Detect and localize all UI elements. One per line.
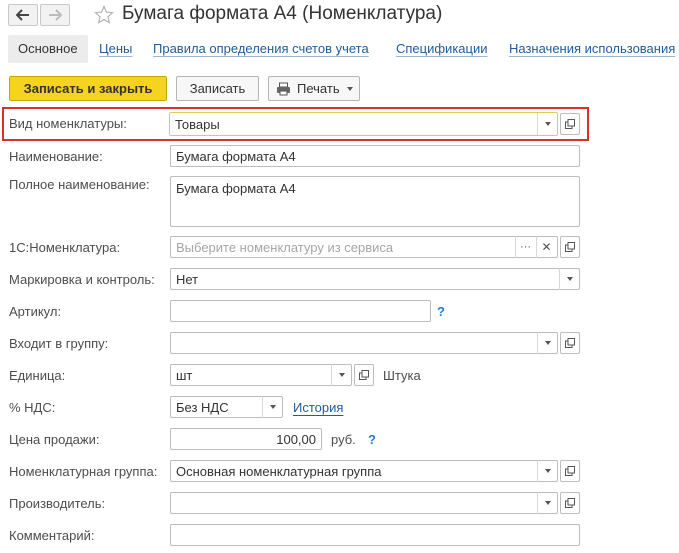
article-label: Артикул:	[9, 304, 62, 319]
kind-field[interactable]: Товары	[169, 112, 558, 136]
vat-history-link[interactable]: История	[293, 400, 343, 415]
service-item-label: 1С:Номенклатура:	[9, 240, 121, 255]
service-item-clear-button[interactable]: ✕	[536, 236, 556, 258]
kind-open-button[interactable]	[560, 113, 580, 135]
manufacturer-input[interactable]	[170, 492, 558, 514]
arrow-right-icon	[49, 9, 62, 21]
service-item-open-button[interactable]	[560, 236, 580, 258]
kind-dropdown-button[interactable]	[537, 113, 557, 135]
star-icon	[94, 5, 114, 24]
manufacturer-label: Производитель:	[9, 496, 106, 511]
unit-label: Единица:	[9, 368, 66, 383]
open-window-icon	[565, 119, 575, 129]
open-window-icon	[565, 498, 575, 508]
close-icon: ✕	[541, 240, 552, 254]
kind-value: Товары	[175, 117, 220, 132]
name-label: Наименование:	[9, 149, 103, 164]
full-name-label: Полное наименование:	[9, 177, 150, 192]
print-button[interactable]: Печать	[268, 76, 360, 101]
full-name-textarea[interactable]: Бумага формата А4	[170, 176, 580, 227]
back-button[interactable]	[8, 4, 38, 26]
page-title: Бумага формата А4 (Номенклатура)	[122, 3, 443, 24]
chevron-down-icon	[346, 86, 353, 91]
chevron-down-icon	[544, 469, 551, 473]
chevron-down-icon	[544, 501, 551, 505]
item-group-input[interactable]: Основная номенклатурная группа	[170, 460, 558, 482]
arrow-left-icon	[16, 9, 29, 21]
unit-dropdown-button[interactable]	[331, 364, 351, 386]
manufacturer-dropdown-button[interactable]	[537, 492, 557, 514]
tab-specifications[interactable]: Спецификации	[396, 41, 488, 56]
forward-button[interactable]	[40, 4, 70, 26]
chevron-down-icon	[269, 405, 276, 409]
printer-icon	[277, 82, 290, 95]
manufacturer-open-button[interactable]	[560, 492, 580, 514]
group-dropdown-button[interactable]	[537, 332, 557, 354]
group-open-button[interactable]	[560, 332, 580, 354]
price-label: Цена продажи:	[9, 432, 100, 447]
tab-usage-purposes[interactable]: Назначения использования	[509, 41, 675, 56]
vat-dropdown-button[interactable]	[262, 396, 282, 418]
save-and-close-button[interactable]: Записать и закрыть	[9, 76, 167, 101]
chevron-down-icon	[338, 373, 345, 377]
item-group-dropdown-button[interactable]	[537, 460, 557, 482]
price-input[interactable]: 100,00	[170, 428, 322, 450]
marking-label: Маркировка и контроль:	[9, 272, 155, 287]
open-window-icon	[565, 466, 575, 476]
group-input[interactable]	[170, 332, 558, 354]
service-item-select-button[interactable]: ···	[515, 236, 535, 258]
ellipsis-icon: ···	[520, 241, 531, 253]
print-button-label: Печать	[297, 81, 340, 96]
service-item-input[interactable]: Выберите номенклатуру из сервиса	[170, 236, 558, 258]
name-input[interactable]: Бумага формата А4	[170, 145, 580, 167]
chevron-down-icon	[544, 341, 551, 345]
tab-account-rules[interactable]: Правила определения счетов учета	[153, 41, 369, 56]
item-group-open-button[interactable]	[560, 460, 580, 482]
save-button[interactable]: Записать	[176, 76, 259, 101]
tab-main[interactable]: Основное	[8, 35, 88, 63]
chevron-down-icon	[544, 122, 551, 126]
article-help-icon[interactable]: ?	[437, 304, 445, 319]
unit-open-button[interactable]	[354, 364, 374, 386]
favorite-star-button[interactable]	[94, 5, 114, 25]
price-currency: руб.	[331, 432, 356, 447]
open-window-icon	[565, 242, 575, 252]
price-help-icon[interactable]: ?	[368, 432, 376, 447]
open-window-icon	[565, 338, 575, 348]
group-label: Входит в группу:	[9, 336, 109, 351]
comment-input[interactable]	[170, 524, 580, 546]
marking-dropdown-button[interactable]	[559, 268, 579, 290]
unit-input[interactable]: шт	[170, 364, 352, 386]
comment-label: Комментарий:	[9, 528, 95, 543]
marking-select[interactable]: Нет	[170, 268, 580, 290]
open-window-icon	[359, 370, 369, 380]
article-input[interactable]	[170, 300, 431, 322]
item-group-label: Номенклатурная группа:	[9, 464, 158, 479]
tab-prices[interactable]: Цены	[99, 41, 132, 56]
vat-label: % НДС:	[9, 400, 56, 415]
kind-label: Вид номенклатуры:	[9, 116, 127, 131]
chevron-down-icon	[566, 277, 573, 281]
unit-note: Штука	[383, 368, 421, 383]
